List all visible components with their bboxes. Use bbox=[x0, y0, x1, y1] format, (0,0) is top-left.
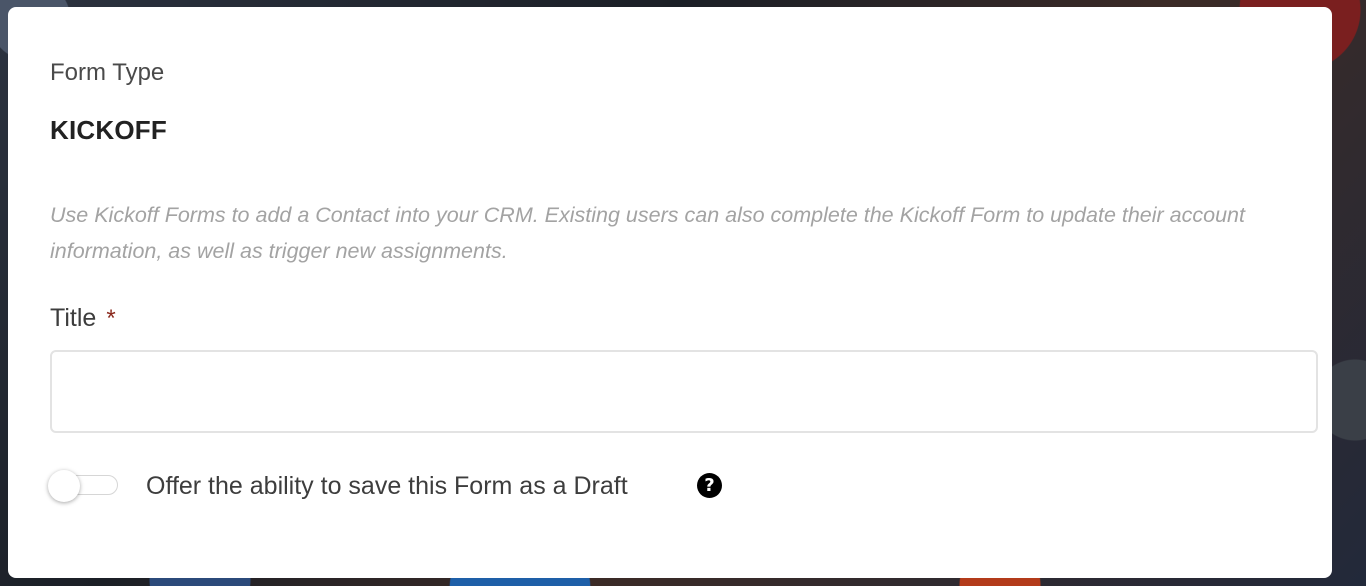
title-field-label: Title * bbox=[50, 304, 116, 333]
form-type-description: Use Kickoff Forms to add a Contact into … bbox=[50, 203, 1245, 263]
form-type-value: KICKOFF bbox=[50, 115, 167, 145]
title-label-text: Title bbox=[50, 304, 97, 332]
form-type-label: Form Type bbox=[50, 59, 165, 86]
save-as-draft-label: Offer the ability to save this Form as a… bbox=[146, 472, 628, 500]
required-marker: * bbox=[106, 305, 116, 332]
form-settings-card: Form Type KICKOFF Use Kickoff Forms to a… bbox=[8, 7, 1332, 578]
title-input[interactable] bbox=[50, 350, 1318, 433]
toggle-knob bbox=[48, 470, 80, 502]
question-circle-icon[interactable]: ? bbox=[697, 473, 722, 498]
save-as-draft-toggle[interactable] bbox=[48, 470, 120, 502]
